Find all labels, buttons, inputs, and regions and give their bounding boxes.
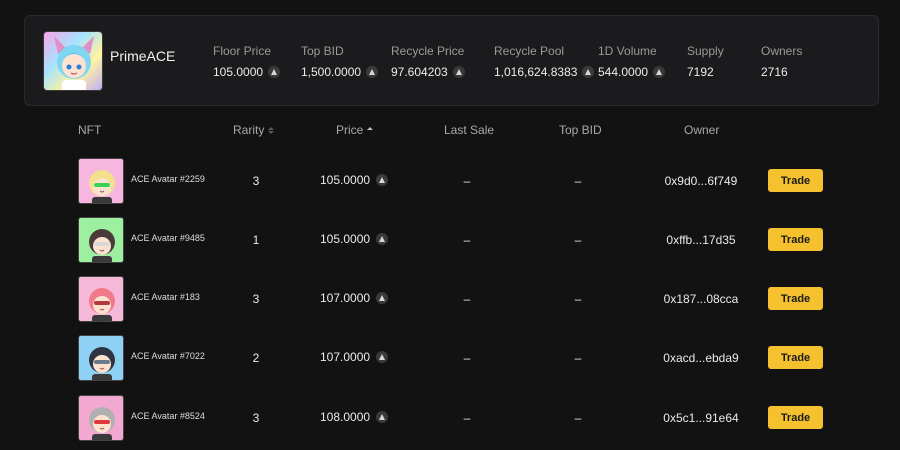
column-header-owner: Owner bbox=[684, 123, 719, 137]
collection-avatar[interactable] bbox=[43, 31, 103, 91]
last-sale-value: – bbox=[463, 233, 471, 247]
column-header-nft: NFT bbox=[78, 123, 101, 137]
stat-value: 544.0000 bbox=[598, 65, 649, 79]
column-header-label: Price bbox=[336, 123, 364, 137]
nft-thumbnail[interactable] bbox=[78, 217, 124, 263]
coin-icon bbox=[376, 411, 389, 423]
price-value: 107.0000 bbox=[320, 291, 371, 305]
rarity-value: 3 bbox=[252, 174, 260, 188]
stat-floor-price: Floor Price 105.0000 bbox=[213, 44, 281, 79]
trade-button[interactable]: Trade bbox=[768, 346, 823, 369]
coin-icon bbox=[268, 66, 281, 78]
trade-button[interactable]: Trade bbox=[768, 228, 823, 251]
stat-supply: Supply 7192 bbox=[687, 44, 724, 79]
nft-thumbnail[interactable] bbox=[78, 276, 124, 322]
owner-address[interactable]: 0x187...08cca bbox=[664, 292, 739, 306]
coin-icon bbox=[582, 66, 595, 78]
nft-thumbnail[interactable] bbox=[78, 335, 124, 381]
trade-button[interactable]: Trade bbox=[768, 287, 823, 310]
trade-button[interactable]: Trade bbox=[768, 406, 823, 429]
stat-value: 7192 bbox=[687, 65, 714, 79]
collection-header: PrimeACE Floor Price 105.0000 Top BID 1,… bbox=[24, 15, 879, 106]
last-sale-value: – bbox=[463, 174, 471, 188]
last-sale-value: – bbox=[463, 351, 471, 365]
stat-label: Owners bbox=[761, 44, 803, 58]
stat-value: 1,016,624.8383 bbox=[494, 65, 578, 79]
coin-icon bbox=[366, 66, 379, 78]
owner-address[interactable]: 0x5c1...91e64 bbox=[663, 411, 738, 425]
top-bid-value: – bbox=[574, 233, 582, 247]
top-bid-value: – bbox=[574, 351, 582, 365]
price-cell: 107.0000 bbox=[320, 350, 389, 364]
owner-address[interactable]: 0xffb...17d35 bbox=[666, 233, 735, 247]
stat-1d-volume: 1D Volume 544.0000 bbox=[598, 44, 666, 79]
stat-top-bid: Top BID 1,500.0000 bbox=[301, 44, 379, 79]
stat-label: Top BID bbox=[301, 44, 344, 58]
price-cell: 107.0000 bbox=[320, 291, 389, 305]
coin-icon bbox=[376, 292, 389, 304]
nft-thumbnail[interactable] bbox=[78, 395, 124, 441]
price-value: 105.0000 bbox=[320, 173, 371, 187]
nft-name[interactable]: ACE Avatar #183 bbox=[131, 292, 200, 302]
rarity-value: 3 bbox=[252, 292, 260, 306]
trade-button[interactable]: Trade bbox=[768, 169, 823, 192]
price-value: 108.0000 bbox=[320, 410, 371, 424]
nft-name[interactable]: ACE Avatar #8524 bbox=[131, 411, 205, 421]
table-row[interactable]: ACE Avatar #9485 1 105.0000 – – 0xffb...… bbox=[0, 217, 900, 263]
coin-icon bbox=[653, 66, 666, 78]
stat-recycle-pool: Recycle Pool 1,016,624.8383 bbox=[494, 44, 595, 79]
owner-address[interactable]: 0xacd...ebda9 bbox=[663, 351, 738, 365]
column-header-last-sale: Last Sale bbox=[444, 123, 494, 137]
sort-icon[interactable] bbox=[268, 126, 275, 134]
table-row[interactable]: ACE Avatar #2259 3 105.0000 – – 0x9d0...… bbox=[0, 158, 900, 204]
rarity-value: 2 bbox=[252, 351, 260, 365]
top-bid-value: – bbox=[574, 292, 582, 306]
column-header-label: Rarity bbox=[233, 123, 265, 137]
stat-owners: Owners 2716 bbox=[761, 44, 802, 79]
collection-name: PrimeACE bbox=[110, 48, 176, 64]
table-row[interactable]: ACE Avatar #8524 3 108.0000 – – 0x5c1...… bbox=[0, 395, 900, 441]
column-header-price[interactable]: Price bbox=[336, 123, 374, 137]
coin-icon bbox=[376, 351, 389, 363]
stat-value: 1,500.0000 bbox=[301, 65, 362, 79]
price-value: 107.0000 bbox=[320, 350, 371, 364]
table-row[interactable]: ACE Avatar #183 3 107.0000 – – 0x187...0… bbox=[0, 276, 900, 322]
coin-icon bbox=[376, 233, 389, 245]
last-sale-value: – bbox=[463, 292, 471, 306]
coin-icon bbox=[376, 174, 389, 186]
nft-name[interactable]: ACE Avatar #9485 bbox=[131, 233, 205, 243]
stat-recycle-price: Recycle Price 97.604203 bbox=[391, 44, 465, 79]
column-header-label: Top BID bbox=[559, 123, 602, 137]
top-bid-value: – bbox=[574, 174, 582, 188]
stat-label: 1D Volume bbox=[598, 44, 657, 58]
stat-value: 97.604203 bbox=[391, 65, 448, 79]
nft-name[interactable]: ACE Avatar #2259 bbox=[131, 174, 205, 184]
sort-icon[interactable] bbox=[367, 126, 374, 134]
column-header-top-bid: Top BID bbox=[559, 123, 602, 137]
price-cell: 108.0000 bbox=[320, 410, 389, 424]
column-header-label: Owner bbox=[684, 123, 720, 137]
column-header-label: NFT bbox=[78, 123, 102, 137]
stat-label: Floor Price bbox=[213, 44, 272, 58]
price-cell: 105.0000 bbox=[320, 173, 389, 187]
column-header-label: Last Sale bbox=[444, 123, 495, 137]
price-cell: 105.0000 bbox=[320, 232, 389, 246]
nft-name[interactable]: ACE Avatar #7022 bbox=[131, 351, 205, 361]
coin-icon bbox=[452, 66, 465, 78]
rarity-value: 1 bbox=[252, 233, 260, 247]
column-header-rarity[interactable]: Rarity bbox=[233, 123, 275, 137]
owner-address[interactable]: 0x9d0...6f749 bbox=[665, 174, 738, 188]
stat-label: Supply bbox=[687, 44, 724, 58]
stat-value: 105.0000 bbox=[213, 65, 264, 79]
stat-label: Recycle Price bbox=[391, 44, 465, 58]
price-value: 105.0000 bbox=[320, 232, 371, 246]
last-sale-value: – bbox=[463, 411, 471, 425]
stat-label: Recycle Pool bbox=[494, 44, 565, 58]
table-row[interactable]: ACE Avatar #7022 2 107.0000 – – 0xacd...… bbox=[0, 335, 900, 381]
top-bid-value: – bbox=[574, 411, 582, 425]
stat-value: 2716 bbox=[761, 65, 788, 79]
nft-thumbnail[interactable] bbox=[78, 158, 124, 204]
rarity-value: 3 bbox=[252, 411, 260, 425]
